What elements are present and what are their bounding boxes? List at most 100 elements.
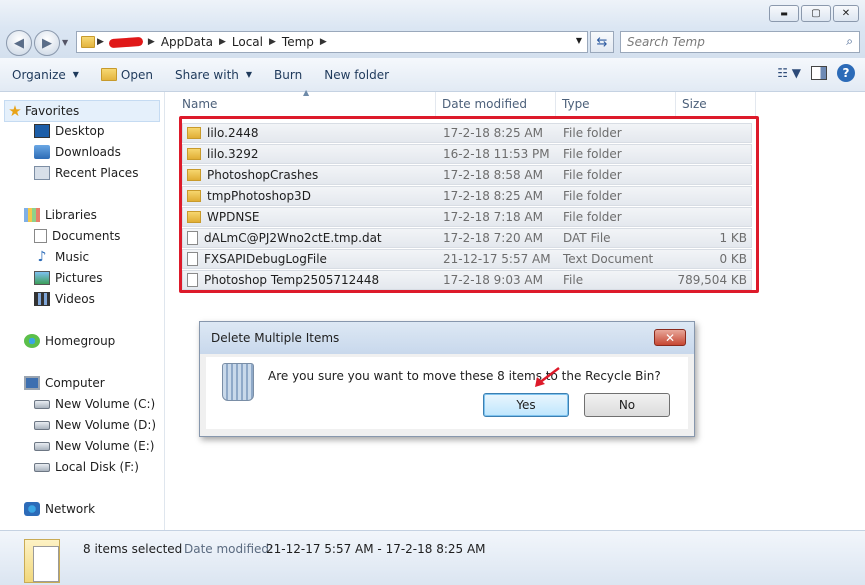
search-input[interactable]: Search Temp ⌕ <box>620 31 860 53</box>
nav-drive-d-label: New Volume (D:) <box>55 418 157 432</box>
help-icon[interactable]: ? <box>837 64 855 82</box>
file-type: File folder <box>563 168 622 182</box>
nav-downloads-label: Downloads <box>55 145 121 159</box>
nav-downloads[interactable]: Downloads <box>34 145 121 159</box>
file-size: 1 KB <box>719 231 747 245</box>
network-icon <box>24 502 40 516</box>
file-row[interactable]: FXSAPIDebugLogFile 21-12-17 5:57 AM Text… <box>182 249 752 269</box>
multiple-files-icon <box>24 539 60 583</box>
file-row[interactable]: WPDNSE 17-2-18 7:18 AM File folder <box>182 207 752 227</box>
file-name-text: lilo.2448 <box>207 126 259 140</box>
close-icon: ✕ <box>841 8 851 19</box>
column-header-name[interactable]: Name <box>166 92 436 116</box>
desktop-icon <box>34 124 50 138</box>
nav-desktop[interactable]: Desktop <box>34 124 105 138</box>
nav-desktop-label: Desktop <box>55 124 105 138</box>
breadcrumb-local[interactable]: Local <box>228 35 267 49</box>
file-size: 0 KB <box>719 252 747 266</box>
computer-icon <box>24 376 40 390</box>
open-button[interactable]: Open <box>90 68 164 82</box>
nav-computer-label: Computer <box>45 376 105 390</box>
breadcrumb-separator-icon[interactable]: ▶ <box>95 37 106 47</box>
nav-music[interactable]: ♪ Music <box>34 250 90 264</box>
share-with-label: Share with <box>174 67 239 82</box>
new-folder-button[interactable]: New folder <box>313 68 400 82</box>
videos-icon <box>34 292 50 306</box>
window-controls: ▬ ▢ ✕ <box>769 5 859 22</box>
file-date: 17-2-18 8:25 AM <box>443 189 543 203</box>
share-with-button[interactable]: Share with ▼ <box>164 68 263 82</box>
organize-button[interactable]: Organize ▼ <box>0 68 90 82</box>
nav-libraries[interactable]: Libraries <box>24 208 97 222</box>
no-button[interactable]: No <box>584 393 670 417</box>
dialog-close-button[interactable]: ✕ <box>654 329 686 346</box>
breadcrumb-separator-icon[interactable]: ▶ <box>318 37 329 47</box>
burn-label: Burn <box>274 67 303 82</box>
close-button[interactable]: ✕ <box>833 5 859 22</box>
nav-drive-c[interactable]: New Volume (C:) <box>34 397 155 411</box>
dialog-title-bar: Delete Multiple Items ✕ <box>200 322 694 354</box>
nav-favorites[interactable]: ★ Favorites <box>4 100 160 122</box>
nav-recent-places[interactable]: Recent Places <box>34 166 138 180</box>
forward-button[interactable]: ▶ <box>34 30 60 56</box>
column-header-size[interactable]: Size <box>676 92 756 116</box>
redacted-username <box>108 36 144 48</box>
minimize-button[interactable]: ▬ <box>769 5 799 22</box>
folder-icon <box>187 127 201 139</box>
nav-videos[interactable]: Videos <box>34 292 95 306</box>
dialog-body: Are you sure you want to move these 8 it… <box>206 357 688 429</box>
nav-drive-f[interactable]: Local Disk (F:) <box>34 460 139 474</box>
column-header-date[interactable]: Date modified <box>436 92 556 116</box>
maximize-button[interactable]: ▢ <box>801 5 831 22</box>
file-icon <box>187 231 198 245</box>
open-folder-icon <box>100 68 117 81</box>
nav-network[interactable]: Network <box>24 502 95 516</box>
file-date: 17-2-18 7:18 AM <box>443 210 543 224</box>
downloads-icon <box>34 145 50 159</box>
breadcrumb-separator-icon[interactable]: ▶ <box>146 37 157 47</box>
breadcrumb-separator-icon[interactable]: ▶ <box>217 37 228 47</box>
nav-pictures[interactable]: Pictures <box>34 271 103 285</box>
preview-pane-icon[interactable] <box>811 66 827 80</box>
back-button[interactable]: ◀ <box>6 30 32 56</box>
file-row[interactable]: Photoshop Temp2505712448 17-2-18 9:03 AM… <box>182 270 752 290</box>
file-row[interactable]: lilo.2448 17-2-18 8:25 AM File folder <box>182 123 752 143</box>
address-bar[interactable]: ▶ ▶ AppData ▶ Local ▶ Temp ▶ ▼ <box>76 31 588 53</box>
nav-drive-c-label: New Volume (C:) <box>55 397 156 411</box>
nav-homegroup-label: Homegroup <box>45 334 116 348</box>
title-bar: ▬ ▢ ✕ <box>0 0 865 28</box>
breadcrumb-temp[interactable]: Temp <box>278 35 318 49</box>
navigation-pane: ★ Favorites Desktop Downloads Recent Pla… <box>0 92 165 530</box>
breadcrumb-appdata[interactable]: AppData <box>157 35 217 49</box>
nav-computer[interactable]: Computer <box>24 376 105 390</box>
yes-button[interactable]: Yes <box>483 393 569 417</box>
change-view-icon[interactable]: ☷ ▼ <box>777 66 801 80</box>
breadcrumb-separator-icon[interactable]: ▶ <box>267 37 278 47</box>
column-type-label: Type <box>562 97 590 111</box>
address-row: ◀ ▶ ▼ ▶ ▶ AppData ▶ Local ▶ Temp ▶ ▼ ⇆ S… <box>0 28 865 58</box>
command-bar: Organize ▼ Open Share with ▼ Burn New fold… <box>0 58 865 92</box>
file-row[interactable]: PhotoshopCrashes 17-2-18 8:58 AM File fo… <box>182 165 752 185</box>
nav-music-label: Music <box>55 250 90 264</box>
burn-button[interactable]: Burn <box>263 68 313 82</box>
search-icon[interactable]: ⌕ <box>846 34 853 49</box>
refresh-button[interactable]: ⇆ <box>590 31 614 53</box>
file-row[interactable]: dALmC@PJ2Wno2ctE.tmp.dat 17-2-18 7:20 AM… <box>182 228 752 248</box>
file-date: 17-2-18 8:25 AM <box>443 126 543 140</box>
folder-icon <box>81 36 95 48</box>
nav-favorites-label: Favorites <box>25 104 80 118</box>
nav-documents[interactable]: Documents <box>34 229 120 243</box>
chevron-down-icon: ▼ <box>72 70 79 79</box>
column-header-type[interactable]: Type <box>556 92 676 116</box>
nav-drive-e[interactable]: New Volume (E:) <box>34 439 154 453</box>
file-type: File folder <box>563 147 622 161</box>
file-row[interactable]: lilo.3292 16-2-18 11:53 PM File folder <box>182 144 752 164</box>
file-icon <box>187 273 198 287</box>
file-row[interactable]: tmpPhotoshop3D 17-2-18 8:25 AM File fold… <box>182 186 752 206</box>
nav-homegroup[interactable]: Homegroup <box>24 334 115 348</box>
file-date: 17-2-18 8:58 AM <box>443 168 543 182</box>
address-dropdown-icon[interactable]: ▼ <box>576 36 582 45</box>
file-name-text: dALmC@PJ2Wno2ctE.tmp.dat <box>204 231 382 245</box>
history-dropdown-icon[interactable]: ▼ <box>62 38 68 47</box>
nav-drive-d[interactable]: New Volume (D:) <box>34 418 156 432</box>
